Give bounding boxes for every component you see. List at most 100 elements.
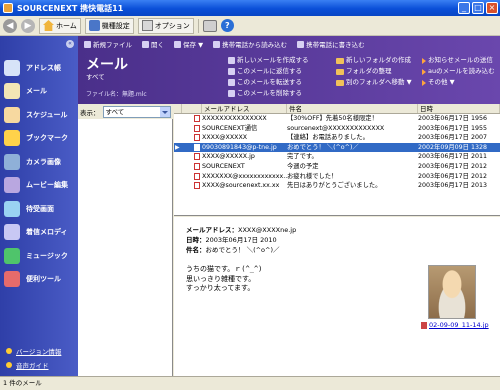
preview-subject: おめでとう！ ＼(^o^)／ <box>205 246 280 254</box>
row-address: XXXX@XXXXX <box>202 134 248 142</box>
file-action-4[interactable]: 携帯電話に書き込む <box>297 39 365 49</box>
preview-address-label: メールアドレス： <box>186 226 238 234</box>
sidebar-item-5[interactable]: ムービー編集 <box>4 174 68 198</box>
maximize-button[interactable]: □ <box>472 2 484 14</box>
row-subject: おめでとう！ ＼(^o^)／ <box>287 143 359 151</box>
table-row[interactable]: SOURCENEXT 今週の予定 2003年06月17日 2012 <box>174 162 500 172</box>
sidebar-item-label: ブックマーク <box>26 134 68 143</box>
file-actions: 新規ファイル 開く 保存 ▼ 携帯電話から読み込む 携帯電話に書き込む <box>84 39 365 49</box>
file-action-1[interactable]: 開く <box>142 39 164 49</box>
back-button[interactable]: ◀ <box>3 18 17 33</box>
table-row[interactable]: XXXXXXX@xxxxxxxxxxxx.. お疲れ様でした！ 2003年06月17… <box>174 172 500 182</box>
forward-button[interactable]: ▶ <box>21 18 35 33</box>
file-action-2[interactable]: 保存 ▼ <box>174 39 203 49</box>
sidebar-item-label: メール <box>26 87 47 96</box>
attachment-link[interactable]: 02-09-09_11-14.jp <box>421 321 489 329</box>
options-icon <box>141 20 153 31</box>
preview-body: うちの猫です。ｒ(^_^) 思いっきり雑種です。 すっかり太ってます。 <box>186 265 263 292</box>
table-row[interactable]: XXXX@XXXXX 【連絡】お電話ありました。 2003年06月17日 2007 <box>174 133 500 143</box>
preview-subject-label: 件名： <box>186 246 206 254</box>
other-action-icon <box>422 68 426 75</box>
device-icon <box>88 20 100 31</box>
column-subject[interactable]: 件名 <box>287 104 418 113</box>
cat-photo-attachment[interactable] <box>428 265 476 319</box>
column-address[interactable]: メールアドレス <box>202 104 287 113</box>
mail-action-3[interactable]: このメールを削除する <box>228 88 309 99</box>
home-button[interactable]: ホーム <box>39 17 81 34</box>
printer-icon[interactable] <box>202 19 217 32</box>
sidebar-item-2[interactable]: スケジュール <box>4 103 68 127</box>
table-row[interactable]: XXXXXXXXXXXXXXX 【30%OFF】先着50名様限定！ 2003年06月… <box>174 114 500 124</box>
mail-action-icon <box>228 57 235 64</box>
other-action-0[interactable]: お知らせメールの送信 <box>422 55 495 66</box>
row-icon-cell <box>182 181 202 191</box>
column-marker <box>174 104 182 113</box>
preview-header: メールアドレス：XXXX@XXXXne.jp 日時：2003年06月17日 20… <box>186 225 296 255</box>
folder-actions: 新しいフォルダの作成 フォルダの整理 別のフォルダへ移動 ▼ <box>336 55 412 88</box>
row-subject: 今週の予定 <box>287 162 319 170</box>
close-button[interactable]: × <box>486 2 498 14</box>
row-address: XXXX@sourcenext.xx.xx <box>202 182 280 190</box>
folder-action-1[interactable]: フォルダの整理 <box>336 66 412 77</box>
sidebar-collapse-icon[interactable]: « <box>66 40 74 48</box>
row-marker <box>174 181 182 191</box>
file-action-label: 保存 ▼ <box>183 41 204 49</box>
sidebar-item-4[interactable]: カメラ画像 <box>4 150 68 174</box>
sidebar-item-0[interactable]: アドレス帳 <box>4 56 68 80</box>
sidebar-item-9[interactable]: 便利ツール <box>4 268 68 292</box>
voice-guide-label: 音声ガイド <box>16 362 49 370</box>
options-button[interactable]: オプション <box>137 17 194 34</box>
sidebar-item-8[interactable]: ミュージック <box>4 244 68 268</box>
other-action-1[interactable]: auのメールを読み込む <box>422 66 495 77</box>
help-icon[interactable]: ? <box>220 19 234 32</box>
mail-action-2[interactable]: このメールを転送する <box>228 77 309 88</box>
mail-icon <box>194 115 200 122</box>
row-address: 09030891843@p-tne.jp <box>202 143 277 151</box>
row-icon-cell <box>182 133 202 143</box>
mail-action-label: このメールに返信する <box>237 67 302 75</box>
preview-address-line: メールアドレス：XXXX@XXXXne.jp <box>186 225 296 235</box>
sidebar-item-3[interactable]: ブックマーク <box>4 127 68 151</box>
row-address: SOURCENEXT通信 <box>202 124 258 132</box>
file-action-0[interactable]: 新規ファイル <box>84 39 132 49</box>
voice-guide-link[interactable]: 音声ガイド <box>6 360 61 370</box>
display-select[interactable]: すべて <box>102 105 171 118</box>
bookmark-icon <box>4 130 20 147</box>
mail-action-0[interactable]: 新しいメールを作成する <box>228 55 309 66</box>
sidebar-item-1[interactable]: メール <box>4 80 68 104</box>
folder-action-0[interactable]: 新しいフォルダの作成 <box>336 55 412 66</box>
sidebar-item-label: カメラ画像 <box>26 157 61 166</box>
wallpaper-icon <box>4 200 20 217</box>
other-action-label: auのメールを読み込む <box>428 67 495 75</box>
minimize-button[interactable]: _ <box>458 2 470 14</box>
mail-header: 新規ファイル 開く 保存 ▼ 携帯電話から読み込む 携帯電話に書き込む メール すべて … <box>78 36 500 104</box>
row-marker <box>174 152 182 162</box>
window-title: SOURCENEXT 携快電話11 <box>17 3 124 13</box>
folder-pane: 表示： すべて <box>78 104 173 376</box>
mail-action-1[interactable]: このメールに返信する <box>228 66 309 77</box>
device-settings-button[interactable]: 機種設定 <box>84 17 134 34</box>
sidebar-item-7[interactable]: 着信メロディ <box>4 221 68 245</box>
table-row[interactable]: SOURCENEXT通信 sourcenext@XXXXXXXXXXXXX 2003… <box>174 124 500 134</box>
sidebar-item-label: 着信メロディ <box>26 228 68 237</box>
other-action-2[interactable]: その他 ▼ <box>422 77 495 88</box>
column-date[interactable]: 日時 <box>418 104 500 113</box>
display-filter: 表示： すべて <box>78 104 173 119</box>
table-row[interactable]: XXXX@XXXXX.jp 完了です。 2003年06月17日 2011 <box>174 152 500 162</box>
version-info-link[interactable]: バージョン情報 <box>6 346 61 356</box>
folder-action-2[interactable]: 別のフォルダへ移動 ▼ <box>336 77 412 88</box>
chevron-down-icon[interactable] <box>159 106 170 117</box>
row-marker <box>174 133 182 143</box>
file-action-3[interactable]: 携帯電話から読み込む <box>213 39 287 49</box>
attachment-name: 02-09-09_11-14.jp <box>429 321 489 329</box>
mail-icon <box>194 182 200 190</box>
guide-icon <box>6 362 12 368</box>
row-date: 2002年09月09日 1328 <box>418 143 487 151</box>
table-row[interactable]: XXXX@sourcenext.xx.xx 先日はありがとうございました。 2003… <box>174 181 500 191</box>
row-date: 2003年06月17日 2012 <box>418 162 487 170</box>
table-row[interactable]: ▶ 09030891843@p-tne.jp おめでとう！ ＼(^o^)／ 2002年… <box>174 142 500 153</box>
sidebar-item-6[interactable]: 待受画面 <box>4 197 68 221</box>
mail-icon <box>194 134 200 142</box>
row-subject: 先日はありがとうございました。 <box>287 182 382 190</box>
other-action-icon <box>422 79 426 86</box>
